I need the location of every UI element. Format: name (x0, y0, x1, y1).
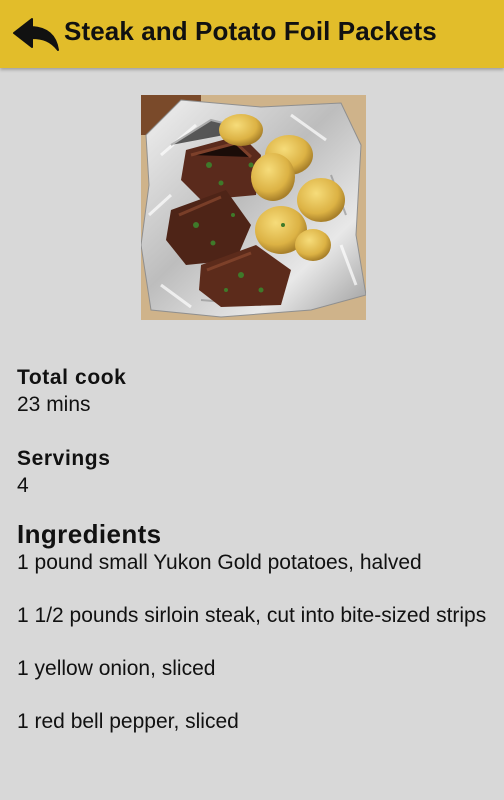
ingredient-item: 1 yellow onion, sliced (17, 657, 216, 680)
servings-label: Servings (17, 447, 111, 470)
page-title: Steak and Potato Foil Packets (64, 16, 437, 46)
ingredients-section: Ingredients 1 pound small Yukon Gold pot… (17, 519, 491, 735)
total-cook-value: 23 mins (17, 393, 91, 416)
servings-value: 4 (17, 474, 29, 497)
ingredients-title: Ingredients (17, 519, 162, 549)
recipe-photo (141, 95, 366, 320)
total-cook-section: Total cook 23 mins (17, 364, 491, 418)
reply-arrow-icon (13, 18, 59, 51)
ingredient-item: 1 pound small Yukon Gold potatoes, halve… (17, 551, 422, 574)
total-cook-label: Total cook (17, 366, 127, 389)
servings-section: Servings 4 (17, 445, 491, 499)
ingredient-item: 1 red bell pepper, sliced (17, 710, 239, 733)
recipe-details: Total cook 23 mins Servings 4 Ingredient… (17, 364, 491, 761)
app-header: Steak and Potato Foil Packets (0, 0, 504, 68)
ingredient-item: 1 1/2 pounds sirloin steak, cut into bit… (17, 604, 487, 627)
back-button[interactable] (12, 17, 60, 51)
